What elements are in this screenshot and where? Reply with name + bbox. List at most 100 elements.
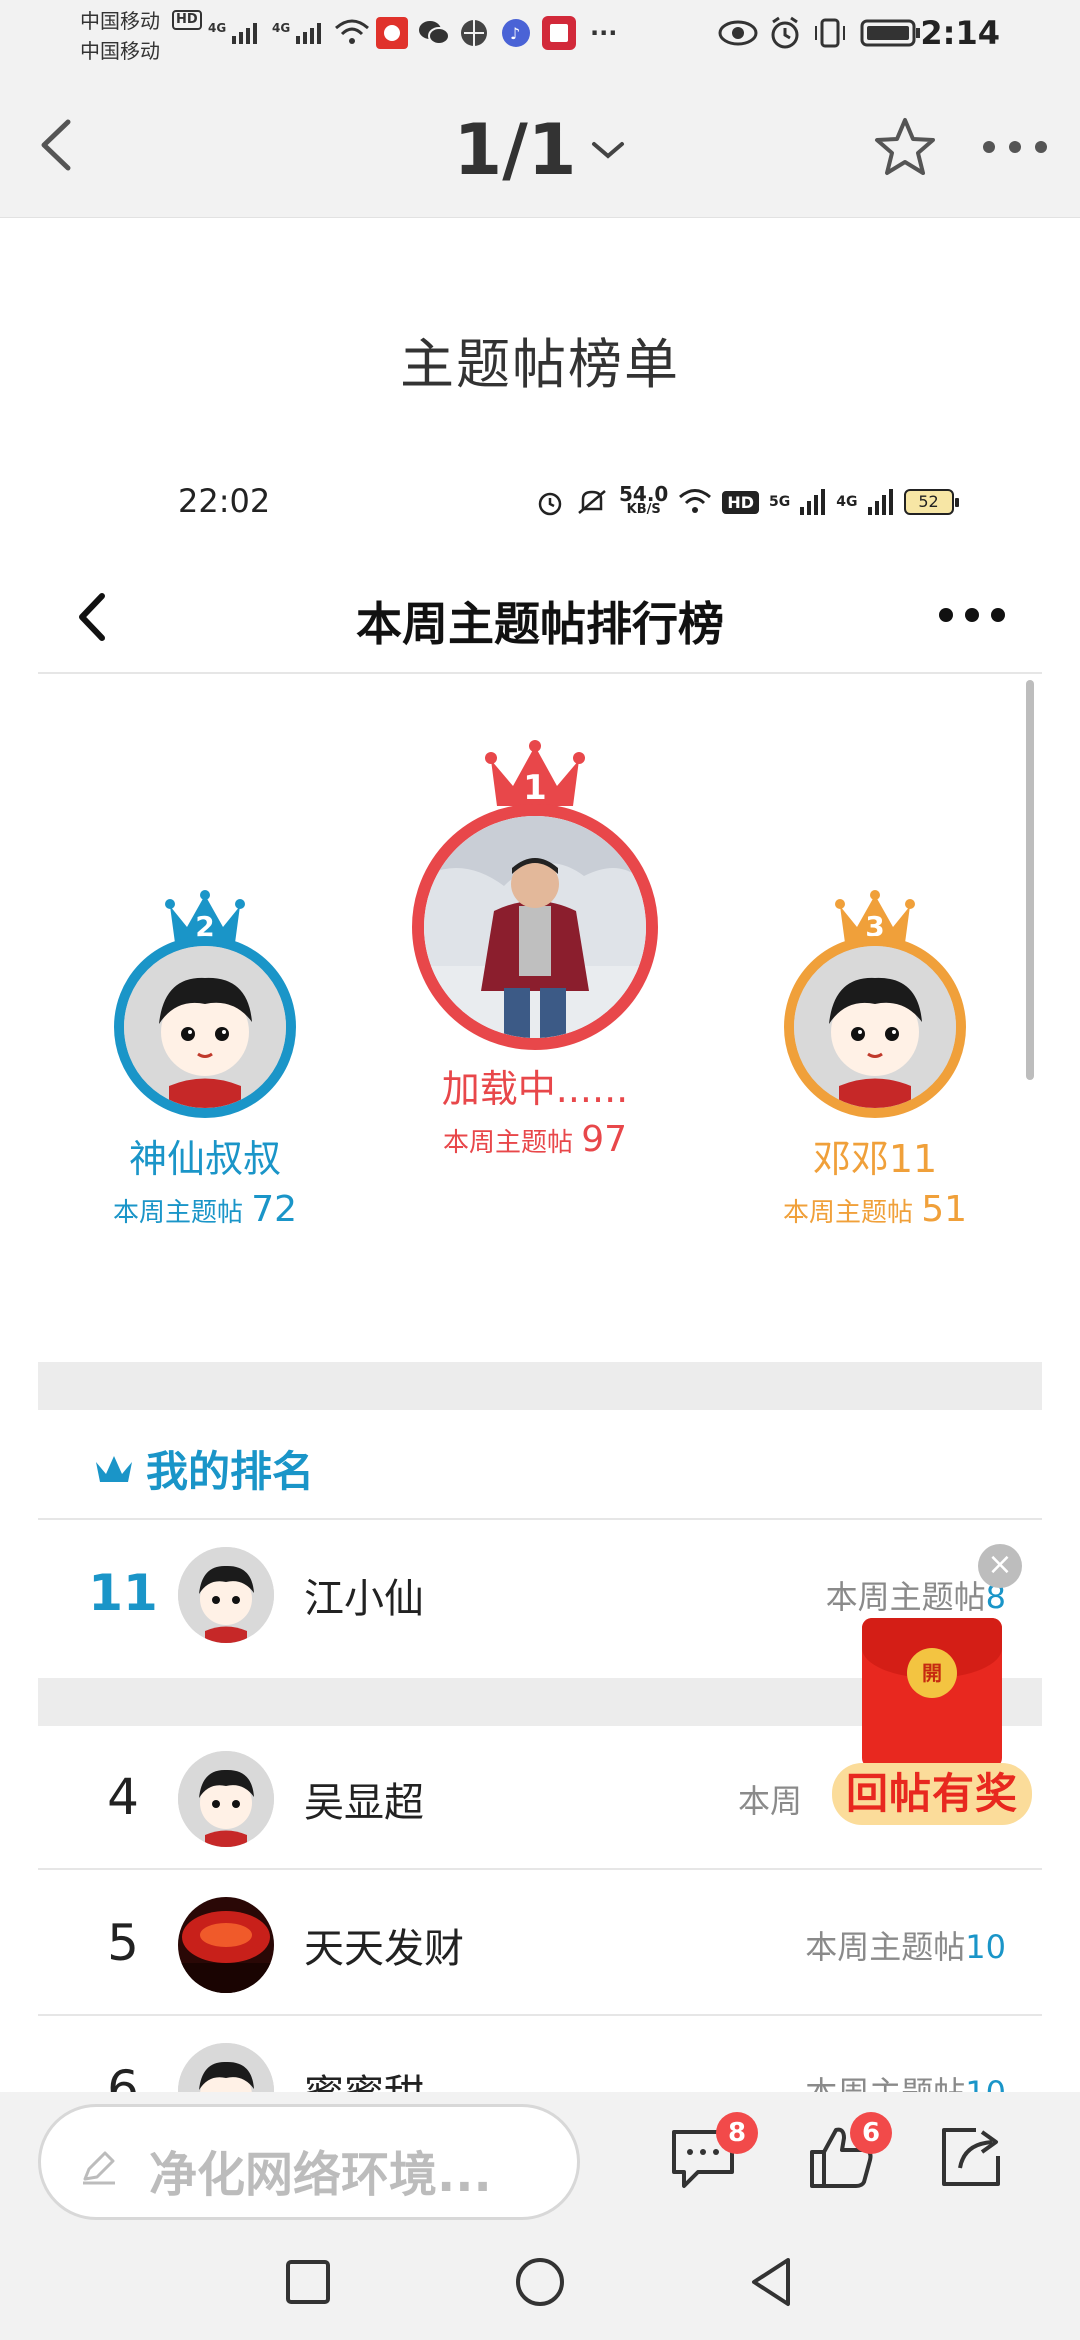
browser-icon xyxy=(458,18,490,48)
more-dots-icon xyxy=(939,608,1005,622)
my-rank-label: 我的排名 xyxy=(92,1438,314,1499)
podium-rank-1[interactable]: 1 加载中...... 本周主题帖 97 xyxy=(390,740,680,1160)
user-name: 蜜蜜甜 xyxy=(304,2062,424,2092)
score-value: 10 xyxy=(965,2074,1006,2092)
podium-name: 加载中...... xyxy=(441,1067,629,1111)
my-rank-header: 我的排名 xyxy=(38,1410,1042,1520)
wifi-icon xyxy=(679,489,712,513)
page-title: 主题帖榜单 xyxy=(400,333,680,396)
my-rank-text: 我的排名 xyxy=(146,1447,315,1496)
embedded-status-bar: 22:02 54.0 KB/S HD 5G 4G 52 xyxy=(0,470,1080,530)
comment-placeholder: 净化网络环境... xyxy=(149,2147,492,2203)
network-speed: 54.0 KB/S xyxy=(619,482,669,518)
signal-icon-2 xyxy=(867,489,893,515)
speed-unit: KB/S xyxy=(626,502,661,517)
more-dots-icon xyxy=(983,141,1047,153)
more-button[interactable] xyxy=(975,122,1055,172)
podium-score: 本周主题帖 72 xyxy=(70,1189,340,1230)
list-item[interactable]: 5 天天发财 本周主题帖10 xyxy=(38,1872,1042,2016)
share-icon xyxy=(942,2128,1000,2186)
svg-text:♪: ♪ xyxy=(510,24,520,43)
rank-number: 5 xyxy=(107,1914,139,1972)
app-notification-icon xyxy=(376,17,408,49)
carrier-label-2: 中国移动 xyxy=(80,39,160,63)
system-back-button[interactable] xyxy=(742,2252,802,2312)
status-bar: 中国移动 HD 中国移动 4G 4G ♪ ··· 2:14 xyxy=(0,0,1080,70)
podium-rank-number: 1 xyxy=(523,768,547,808)
home-button[interactable] xyxy=(510,2252,570,2312)
podium-rank-2[interactable]: 2 神仙叔叔 本周主题帖 72 xyxy=(70,890,340,1230)
embedded-clock: 22:02 xyxy=(178,482,271,520)
list-item[interactable]: 6 蜜蜜甜 本周主题帖10 xyxy=(38,2018,1042,2092)
comments-badge: 8 xyxy=(716,2112,758,2154)
speed-value: 54.0 xyxy=(619,482,669,506)
alarm-icon xyxy=(768,16,802,49)
mute-icon xyxy=(578,490,606,514)
ranking-header: 本周主题帖排行榜 xyxy=(38,560,1042,674)
red-packet-close-button[interactable]: × xyxy=(978,1544,1022,1588)
podium-rank-3[interactable]: 3 邓邓11 本周主题帖 51 xyxy=(740,890,1010,1230)
score-label: 本周主题帖 xyxy=(825,1578,986,1616)
net-type-label-2: 4G xyxy=(272,21,290,35)
likes-badge: 6 xyxy=(850,2112,892,2154)
comments-button[interactable]: 8 xyxy=(668,2112,758,2192)
net-type-label-2: 4G xyxy=(836,494,858,510)
rank-number: 6 xyxy=(107,2060,139,2092)
avatar xyxy=(178,1547,274,1643)
signal-icon: 4G xyxy=(208,18,268,48)
embedded-status-icons: 54.0 KB/S HD 5G 4G 52 xyxy=(535,480,959,524)
circle-icon xyxy=(516,2258,564,2306)
favorite-button[interactable] xyxy=(870,112,940,182)
cartoon-avatar xyxy=(178,1751,274,1847)
user-name: 吴显超 xyxy=(304,1780,424,1826)
net-type-label: 5G xyxy=(769,494,791,510)
red-packet-button[interactable]: 開 xyxy=(862,1618,1002,1768)
comment-input[interactable]: 净化网络环境... xyxy=(38,2104,580,2220)
avatar xyxy=(412,804,658,1050)
podium-score-value: 72 xyxy=(251,1189,298,1230)
avatar xyxy=(178,2043,274,2092)
score: 本周主题帖10 xyxy=(805,1922,1006,1968)
signal-icon xyxy=(800,489,826,515)
ranking-title: 本周主题帖排行榜 xyxy=(356,597,724,651)
star-icon xyxy=(875,118,935,175)
hd-badge: HD xyxy=(172,10,202,30)
page-indicator-text: 1/1 xyxy=(453,108,577,191)
score-label: 本周主题帖 xyxy=(805,1928,966,1966)
battery-icon xyxy=(860,18,922,48)
recent-apps-button[interactable] xyxy=(278,2252,338,2312)
stage-photo-avatar xyxy=(178,1897,274,1993)
podium-score: 本周主题帖 51 xyxy=(740,1189,1010,1230)
avatar xyxy=(114,936,296,1118)
alarm-icon xyxy=(538,492,562,516)
square-icon xyxy=(286,2260,330,2304)
signal-icon-2: 4G xyxy=(272,18,332,48)
reader-icon xyxy=(542,16,576,50)
like-button[interactable]: 6 xyxy=(806,2112,892,2192)
podium-name: 邓邓11 xyxy=(812,1137,938,1181)
podium-score-value: 51 xyxy=(921,1189,968,1230)
wifi-icon xyxy=(334,18,370,48)
podium-name: 神仙叔叔 xyxy=(128,1137,281,1181)
avatar xyxy=(178,1751,274,1847)
score-label: 本周 xyxy=(737,1782,802,1820)
wechat-icon xyxy=(418,18,450,48)
ranking-more-button[interactable] xyxy=(932,590,1012,640)
bottom-action-bar: 净化网络环境... 8 6 xyxy=(0,2092,1080,2224)
score: 本周主题帖8 xyxy=(826,1572,1006,1618)
triangle-back-icon xyxy=(752,2258,790,2306)
score: 本周 xyxy=(738,1776,802,1822)
carrier-label: 中国移动 xyxy=(80,9,160,33)
podium-score-label: 本周主题帖 xyxy=(442,1128,573,1158)
scrollbar[interactable] xyxy=(1026,680,1034,1080)
red-packet-seal: 開 xyxy=(907,1648,957,1698)
net-type-label: 4G xyxy=(208,21,226,35)
pencil-icon xyxy=(83,2151,115,2185)
user-photo xyxy=(424,816,646,1038)
system-navigation-bar xyxy=(0,2224,1080,2340)
avatar xyxy=(784,936,966,1118)
red-packet-label[interactable]: 回帖有奖 xyxy=(832,1763,1032,1825)
cartoon-avatar xyxy=(124,946,286,1108)
avatar xyxy=(178,1897,274,1993)
share-button[interactable] xyxy=(936,2122,1006,2192)
